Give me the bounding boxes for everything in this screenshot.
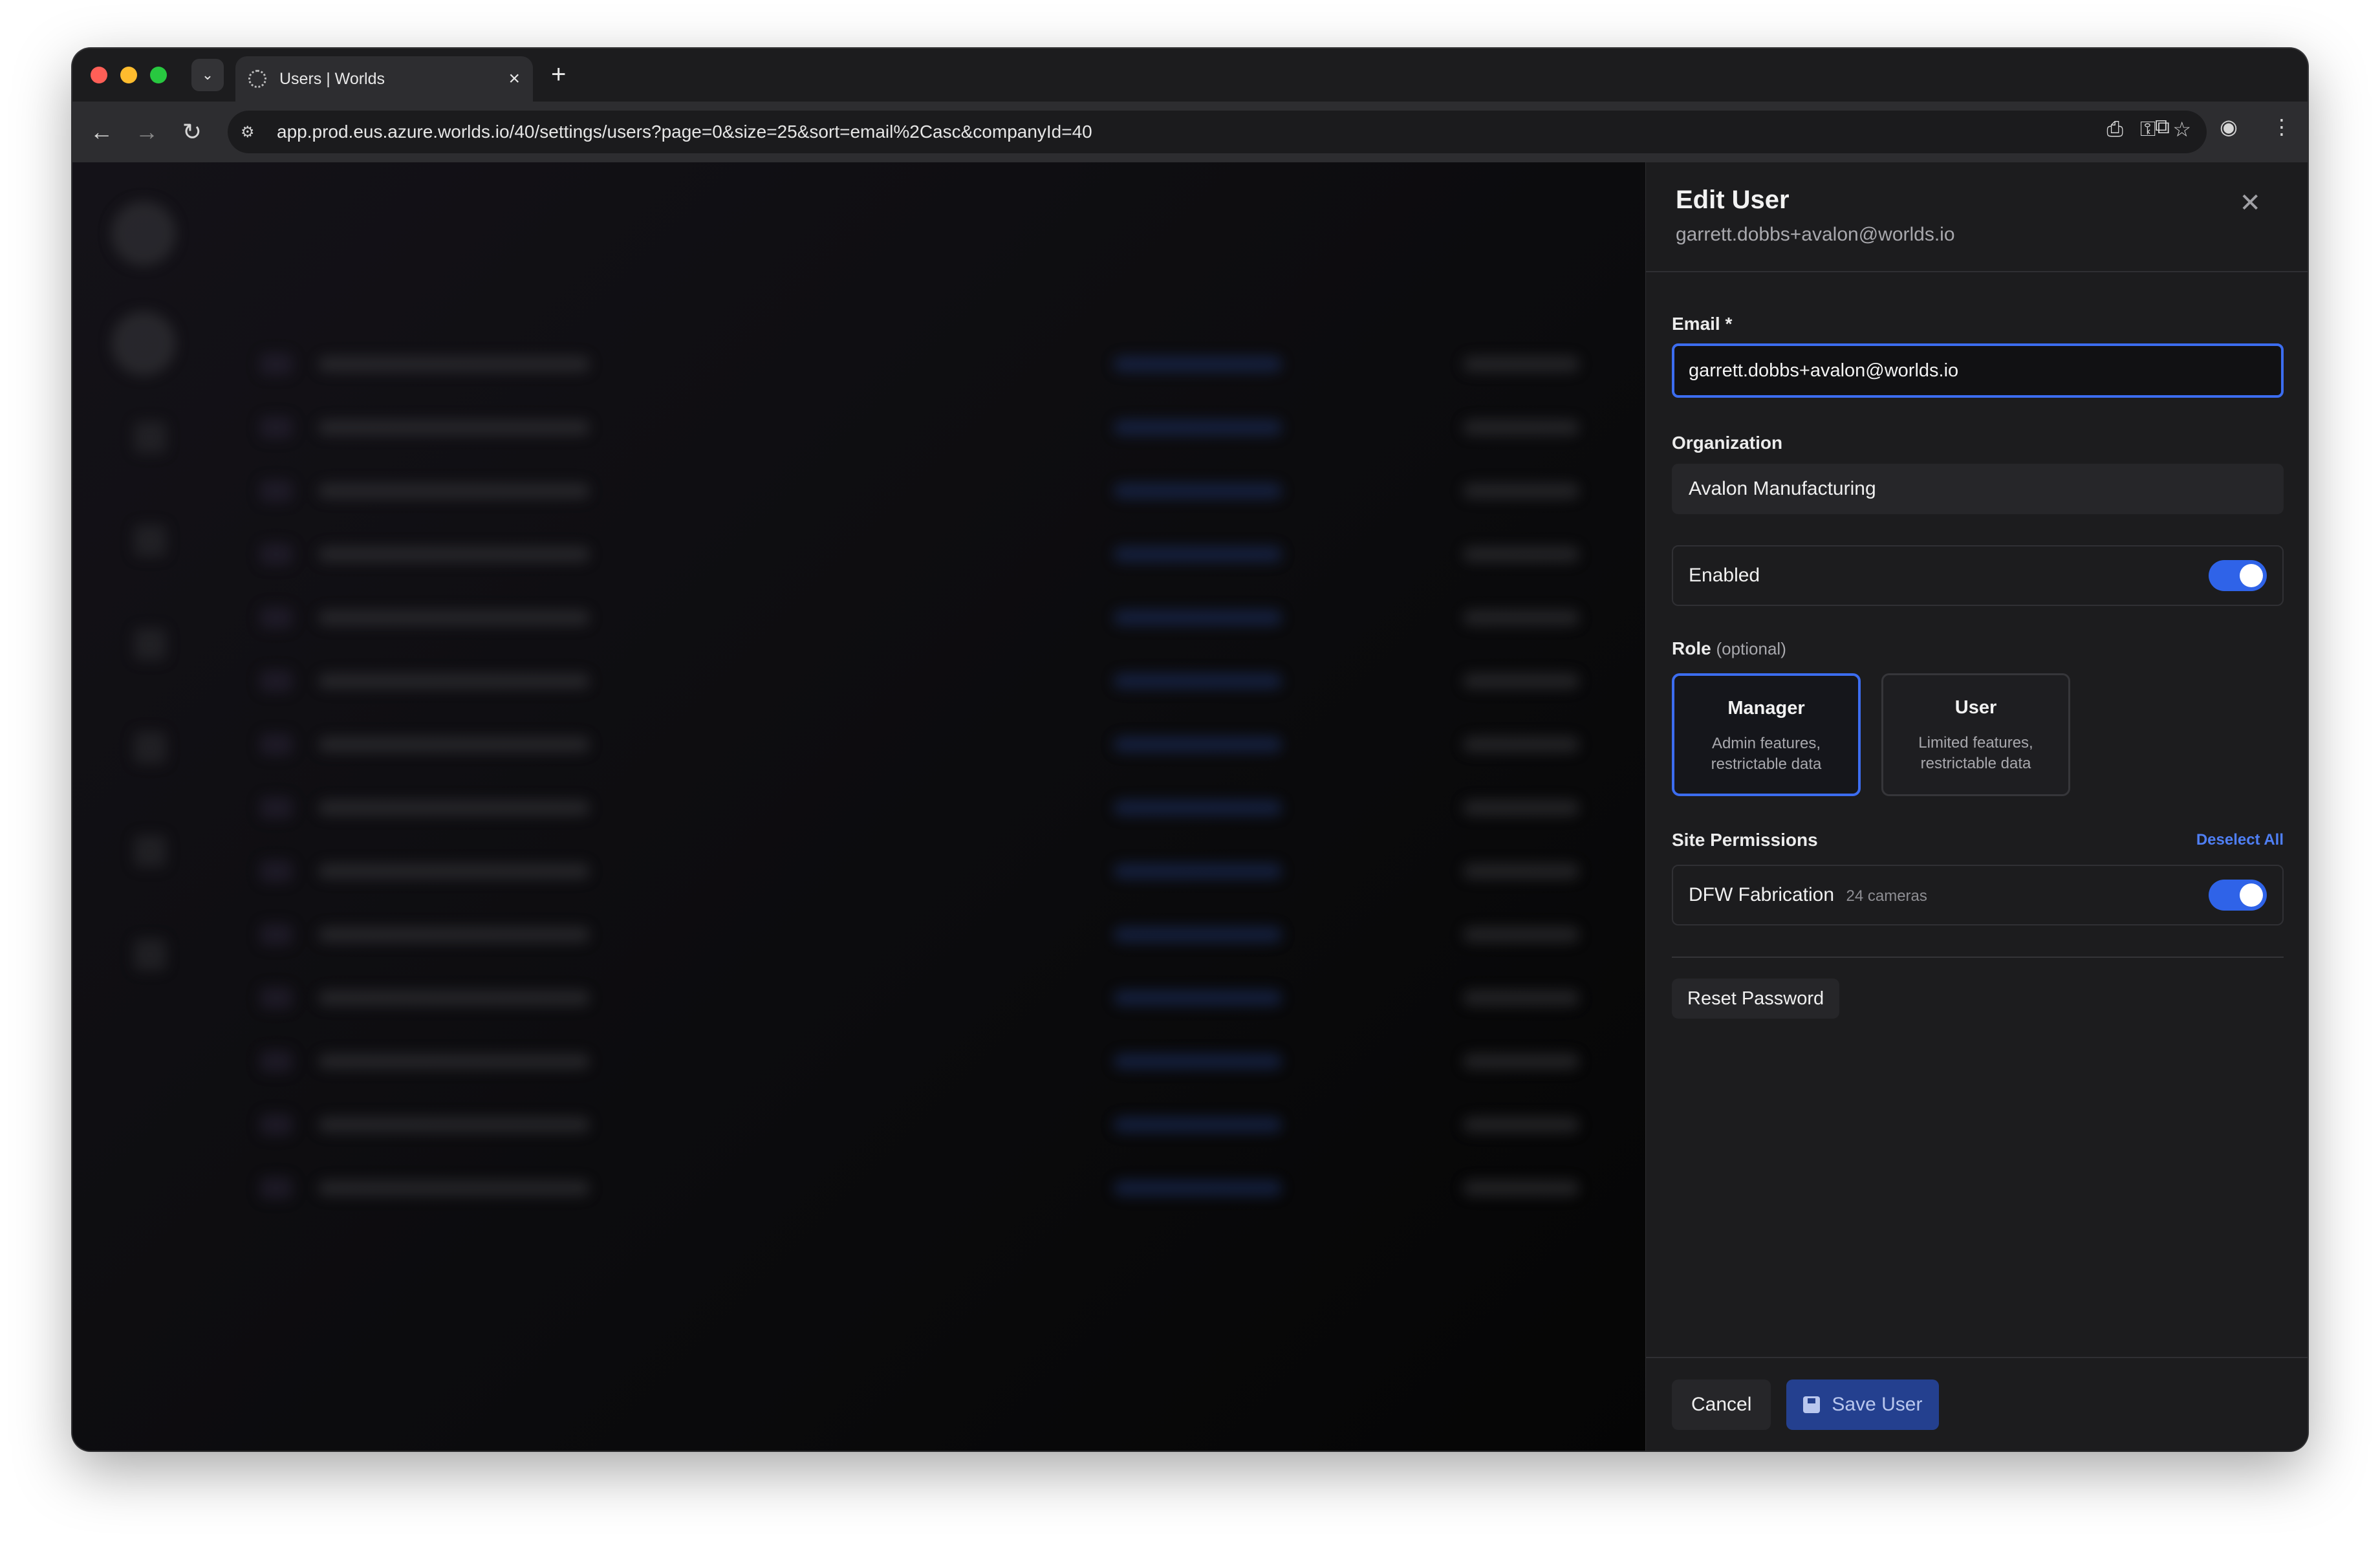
enabled-row: Enabled (1672, 545, 2284, 606)
close-window-button[interactable] (91, 67, 107, 83)
close-icon[interactable]: ✕ (2239, 188, 2261, 218)
profile-icon[interactable]: ◉ (2220, 114, 2238, 139)
cancel-button[interactable]: Cancel (1672, 1379, 1771, 1430)
floppy-disk-icon (1803, 1396, 1821, 1413)
tab-search-icon[interactable]: ⌄ (191, 59, 224, 91)
page-content: Edit User garrett.dobbs+avalon@worlds.io… (72, 162, 2308, 1451)
browser-toolbar: ← → ↻ ⚙ app.prod.eus.azure.worlds.io/40/… (72, 102, 2308, 162)
tab-title: Users | Worlds (279, 69, 385, 88)
browser-window: ⌄ Users | Worlds × + ← → ↻ ⚙ app.prod.eu… (72, 49, 2308, 1451)
address-bar[interactable]: ⚙ app.prod.eus.azure.worlds.io/40/settin… (228, 111, 2207, 153)
panel-subtitle: garrett.dobbs+avalon@worlds.io (1676, 224, 1955, 245)
enabled-toggle[interactable] (2209, 560, 2267, 591)
email-label: Email * (1672, 314, 1733, 334)
reload-icon[interactable]: ↻ (176, 116, 208, 148)
browser-menu-icon[interactable]: ⋮ (2271, 114, 2292, 139)
role-card-manager[interactable]: Manager Admin features, restrictable data (1672, 673, 1861, 796)
site-permission-row: DFW Fabrication 24 cameras (1672, 865, 2284, 925)
organization-label: Organization (1672, 433, 1783, 453)
enabled-label: Enabled (1689, 565, 1760, 586)
tab-strip: ⌄ Users | Worlds × + (72, 49, 2308, 102)
install-app-icon[interactable]: ⎙ (2106, 117, 2123, 142)
panel-title: Edit User (1676, 186, 1790, 214)
reset-password-button[interactable]: Reset Password (1672, 979, 1840, 1019)
role-label: Role (optional) (1672, 638, 1786, 658)
extensions-icon[interactable]: ⧉ (2155, 114, 2170, 139)
bookmark-star-icon[interactable]: ☆ (2172, 117, 2191, 142)
favicon-icon (248, 70, 266, 88)
panel-footer: Cancel Save User (1646, 1357, 2308, 1451)
site-name: DFW Fabrication (1689, 884, 1835, 905)
panel-header: Edit User garrett.dobbs+avalon@worlds.io… (1646, 162, 2308, 272)
browser-tab[interactable]: Users | Worlds × (235, 56, 533, 102)
save-user-button[interactable]: Save User (1786, 1379, 1940, 1430)
minimize-window-button[interactable] (120, 67, 137, 83)
site-camera-count: 24 cameras (1846, 887, 1927, 905)
site-permissions-label: Site Permissions (1672, 830, 1818, 850)
maximize-window-button[interactable] (150, 67, 167, 83)
divider (1672, 957, 2284, 958)
background-overlay[interactable] (72, 162, 1645, 1451)
tab-close-icon[interactable]: × (508, 68, 520, 90)
edit-user-panel: Edit User garrett.dobbs+avalon@worlds.io… (1645, 162, 2308, 1451)
deselect-all-link[interactable]: Deselect All (2196, 831, 2284, 849)
role-card-user[interactable]: User Limited features, restrictable data (1881, 673, 2070, 796)
site-info-icon[interactable]: ⚙ (241, 123, 264, 142)
forward-arrow-icon[interactable]: → (131, 116, 163, 148)
role-options: Manager Admin features, restrictable data… (1672, 673, 2282, 796)
site-permission-toggle[interactable] (2209, 880, 2267, 911)
back-arrow-icon[interactable]: ← (85, 116, 118, 148)
new-tab-icon[interactable]: + (551, 60, 566, 89)
email-field[interactable] (1672, 343, 2284, 398)
site-permissions-header: Site Permissions Deselect All (1672, 830, 2284, 850)
password-key-icon[interactable]: ⚿ (2140, 117, 2156, 142)
url-text[interactable]: app.prod.eus.azure.worlds.io/40/settings… (277, 122, 1092, 142)
organization-field: Avalon Manufacturing (1672, 464, 2284, 514)
